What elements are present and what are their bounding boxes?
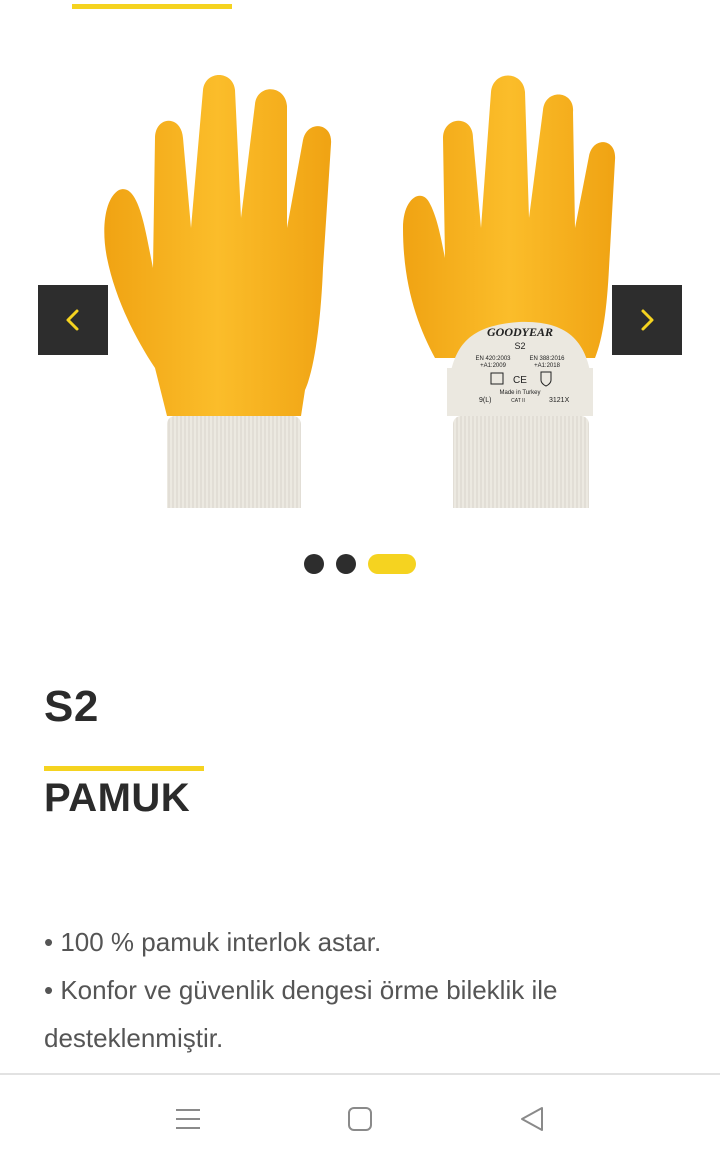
product-image-carousel[interactable]: GOODYEAR S2 EN 420:2003 +A1:2009 EN 388:… [0,40,720,520]
home-icon [348,1107,372,1131]
glove-tag-std2: EN 388:2016 [529,356,565,362]
title-accent-bar [44,766,204,771]
system-navigation-bar [0,1073,720,1161]
glove-tag-std1: EN 420:2003 [475,356,511,362]
glove-tag-brand: GOODYEAR [487,325,553,339]
carousel-dot-3-active[interactable] [368,554,416,574]
system-menu-button[interactable] [168,1101,208,1137]
menu-icon [176,1109,200,1129]
glove-tag-std1b: +A1:2009 [480,363,507,369]
ce-mark-icon: CE [513,375,527,386]
product-features: • 100 % pamuk interlok astar. • Konfor v… [44,918,664,1062]
system-home-button[interactable] [340,1101,380,1137]
back-icon [521,1107,543,1131]
glove-tag-cat: CAT II [511,398,525,404]
product-subtitle: PAMUK [44,776,191,820]
glove-tag-made-in: Made in Turkey [499,390,540,396]
glove-tag-model: S2 [514,341,525,351]
product-title: S2 [44,682,99,731]
chevron-left-icon [66,309,79,331]
top-accent-bar [72,4,232,9]
carousel-next-button[interactable] [612,285,682,355]
carousel-prev-button[interactable] [38,285,108,355]
glove-palm-image [104,75,332,508]
chevron-right-icon [641,309,654,331]
glove-tag-size: 9(L) [479,397,491,404]
carousel-dot-1[interactable] [304,554,324,574]
carousel-dot-2[interactable] [336,554,356,574]
glove-tag-code: 3121X [549,397,570,404]
glove-tag-std2b: +A1:2018 [534,363,561,369]
system-back-button[interactable] [512,1101,552,1137]
feature-item: • Konfor ve güvenlik dengesi örme bilekl… [44,975,558,1053]
feature-item: • 100 % pamuk interlok astar. [44,927,382,957]
carousel-pagination [0,553,720,575]
